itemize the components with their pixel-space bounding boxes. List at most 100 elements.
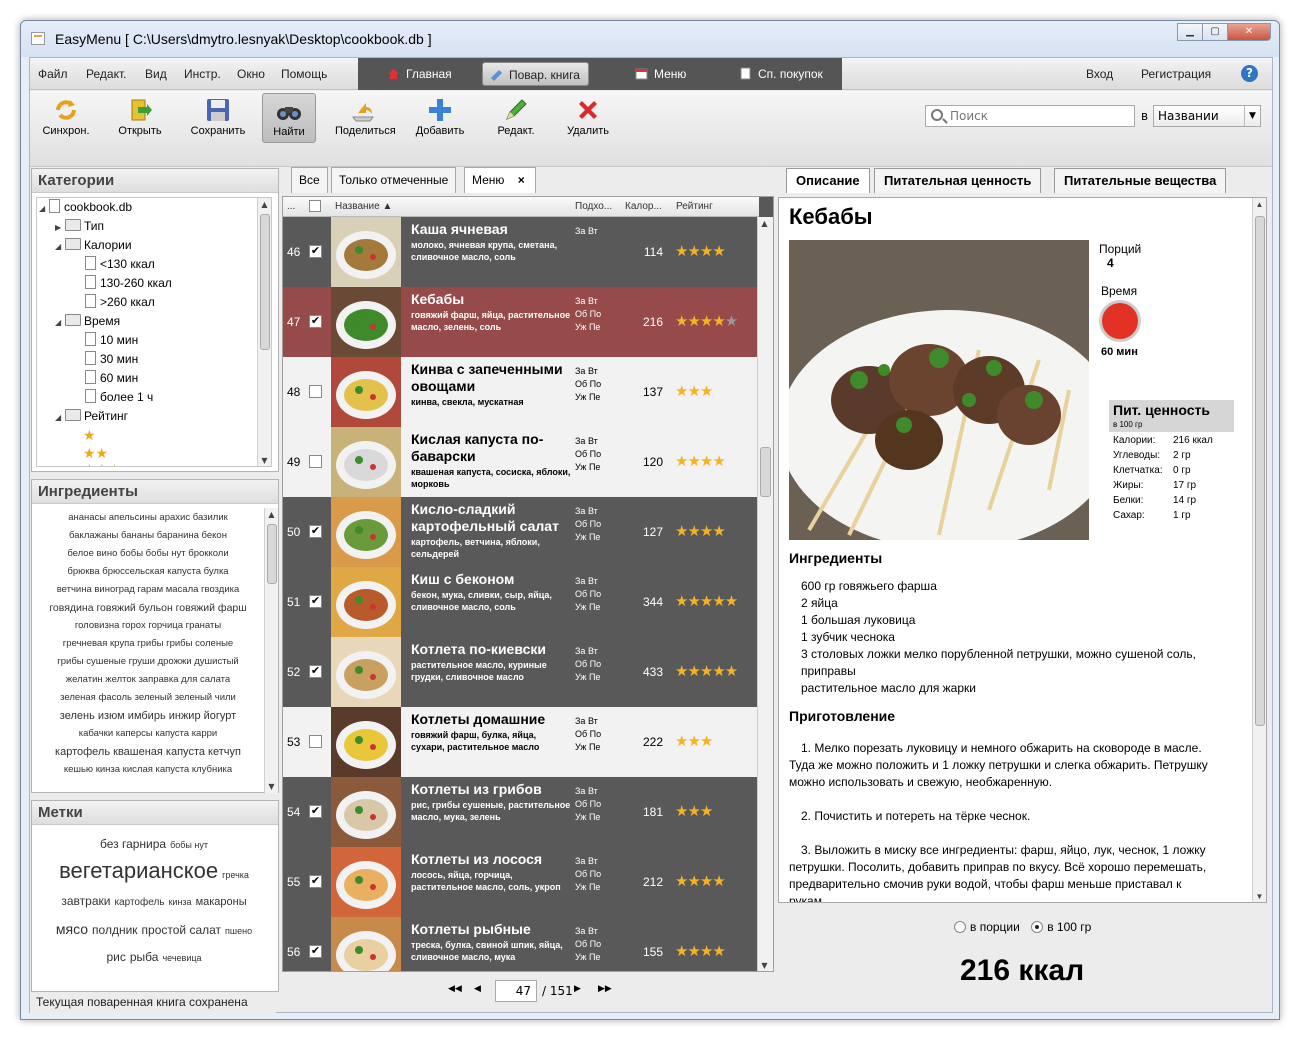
table-row[interactable]: 54 ✔ Котлеты из грибов рис, грибы сушеные, …: [283, 777, 759, 847]
scroll-up-icon[interactable]: ▲: [258, 198, 271, 212]
minimize-button[interactable]: ▁: [1177, 23, 1203, 41]
rating-stars[interactable]: ★★★: [675, 732, 713, 750]
tag[interactable]: без гарнира: [100, 837, 166, 851]
tab-marked[interactable]: Только отмеченные: [331, 167, 457, 193]
row-checkbox[interactable]: ✔: [309, 875, 322, 888]
edit-button[interactable]: Редакт.: [488, 93, 544, 143]
last-page-icon[interactable]: ▶▶: [598, 984, 612, 994]
ingredient-line[interactable]: ананасы апельсины арахис базилик: [34, 509, 262, 527]
ingredient-line[interactable]: брюква брюссельская капуста булка: [34, 563, 262, 581]
table-row[interactable]: 50 ✔ Кисло-сладкий картофельный салат карто…: [283, 497, 759, 567]
table-row[interactable]: 55 ✔ Котлеты из лосося лосось, яйца, горчиц…: [283, 847, 759, 917]
ingredient-line[interactable]: желатин желток заправка для салата: [34, 671, 262, 689]
tab-nutrients[interactable]: Питательные вещества: [1054, 168, 1227, 193]
ingredient-line[interactable]: зелень изюм имбирь инжир йогурт: [34, 707, 262, 725]
delete-button[interactable]: Удалить: [560, 93, 616, 143]
row-checkbox[interactable]: ✔: [309, 805, 322, 818]
tree-rating-1[interactable]: ★: [83, 426, 96, 445]
tree-cal-1[interactable]: <130 ккал: [85, 255, 155, 274]
table-row[interactable]: 53 Котлеты домашние говяжий фарш, булка, я…: [283, 707, 759, 777]
ingredient-line[interactable]: грибы сушеные груши дрожжи душистый: [34, 653, 262, 671]
rating-stars[interactable]: ★★★★: [675, 872, 726, 890]
tab-nutrition-value[interactable]: Питательная ценность: [874, 168, 1042, 193]
scroll-thumb[interactable]: [260, 214, 270, 350]
tag[interactable]: рыба: [130, 950, 159, 964]
rating-stars[interactable]: ★★★★★: [675, 662, 738, 680]
ingredient-line[interactable]: зеленая фасоль зеленый зеленый чили: [34, 689, 262, 707]
tag[interactable]: бобы нут: [170, 840, 208, 850]
tab-menu[interactable]: Меню ×: [464, 167, 536, 193]
per-portion-option[interactable]: в порции: [954, 920, 1020, 934]
ingredient-line[interactable]: говядина говяжий бульон говяжий фарш: [34, 599, 262, 617]
rating-stars[interactable]: ★★★★: [675, 522, 726, 540]
ingredient-line[interactable]: баклажаны бананы баранина бекон: [34, 527, 262, 545]
rating-stars[interactable]: ★★★★★: [675, 592, 738, 610]
scroll-thumb[interactable]: [1255, 216, 1265, 726]
prev-page-icon[interactable]: ◀: [474, 984, 481, 994]
rating-stars[interactable]: ★★★★: [675, 452, 726, 470]
tag[interactable]: кинза: [168, 897, 191, 907]
tree-scrollbar[interactable]: ▲ ▼: [257, 198, 271, 466]
search-input[interactable]: Поиск: [925, 105, 1135, 127]
tree-rating[interactable]: ◢ Рейтинг: [55, 407, 128, 426]
nav-home[interactable]: Главная: [380, 62, 460, 86]
add-button[interactable]: Добавить: [412, 93, 468, 143]
scroll-up-icon[interactable]: ▲: [1253, 198, 1266, 212]
close-button[interactable]: ✕: [1227, 23, 1271, 41]
tag[interactable]: полдник: [92, 923, 138, 937]
grid-scrollbar[interactable]: ▲ ▼: [757, 217, 773, 971]
menu-window[interactable]: Окно: [237, 67, 265, 81]
tab-description[interactable]: Описание: [786, 168, 870, 193]
ingredient-line[interactable]: гречневая крупа грибы грибы соленые: [34, 635, 262, 653]
tag[interactable]: мясо: [56, 921, 88, 937]
tag[interactable]: рис: [106, 950, 125, 964]
ingredient-line[interactable]: кешью кинза кислая капуста клубника: [34, 761, 262, 779]
col-cal[interactable]: Калор...: [625, 201, 662, 212]
tree-time-2[interactable]: 30 мин: [85, 350, 138, 369]
ingredient-line[interactable]: головизна горох горчица гранаты: [34, 617, 262, 635]
tree-rating-3[interactable]: ★★★: [83, 460, 121, 466]
tag[interactable]: простой салат: [142, 923, 222, 937]
row-checkbox[interactable]: ✔: [309, 315, 322, 328]
tree-time-1[interactable]: 10 мин: [85, 331, 138, 350]
row-checkbox[interactable]: [309, 385, 322, 398]
table-row[interactable]: 46 ✔ Каша ячневая молоко, ячневая крупа, см…: [283, 217, 759, 287]
row-checkbox[interactable]: [309, 735, 322, 748]
tab-all[interactable]: Все: [291, 167, 328, 193]
tag[interactable]: вегетарианское: [59, 858, 218, 883]
ingredient-line[interactable]: кабачки каперсы капуста карри: [34, 725, 262, 743]
tree-type[interactable]: ▶ Тип: [55, 217, 104, 236]
table-row[interactable]: 49 Кислая капуста по-баварски квашеная кап…: [283, 427, 759, 497]
search-field-select[interactable]: Названии ▼: [1153, 105, 1261, 127]
table-row[interactable]: 52 ✔ Котлета по-киевски растительное масло,…: [283, 637, 759, 707]
nav-shopping[interactable]: Сп. покупок: [732, 62, 831, 86]
tag[interactable]: макароны: [196, 896, 247, 908]
rating-stars[interactable]: ★★★: [675, 382, 713, 400]
save-button[interactable]: Сохранить: [190, 93, 246, 143]
help-icon[interactable]: ?: [1241, 65, 1258, 82]
tag[interactable]: пшено: [225, 926, 252, 936]
col-more[interactable]: ...: [287, 201, 295, 212]
row-checkbox[interactable]: ✔: [309, 525, 322, 538]
share-button[interactable]: Поделиться: [335, 93, 396, 143]
row-checkbox[interactable]: ✔: [309, 945, 322, 958]
table-row[interactable]: 47 ✔ Кебабы говяжий фарш, яйца, растительно…: [283, 287, 759, 357]
col-rating[interactable]: Рейтинг: [676, 201, 713, 212]
next-page-icon[interactable]: ▶: [574, 984, 581, 994]
row-checkbox[interactable]: [309, 455, 322, 468]
tree-time-3[interactable]: 60 мин: [85, 369, 138, 388]
tag[interactable]: чечевица: [162, 953, 201, 963]
tag[interactable]: гречка: [222, 870, 249, 880]
menu-file[interactable]: Файл: [38, 67, 68, 81]
ingredient-line[interactable]: картофель квашеная капуста кетчуп: [34, 743, 262, 761]
tree-calories[interactable]: ◢ Калории: [55, 236, 132, 255]
rating-stars[interactable]: ★★★★: [675, 242, 726, 260]
nav-cookbook[interactable]: Повар. книга: [482, 62, 589, 86]
ingredient-line[interactable]: ветчина виноград гарам масала гвоздика: [34, 581, 262, 599]
tag[interactable]: картофель: [114, 897, 164, 908]
sync-button[interactable]: Синхрон.: [38, 93, 94, 143]
login-link[interactable]: Вход: [1086, 67, 1113, 81]
tree-cal-2[interactable]: 130-260 ккал: [85, 274, 172, 293]
scroll-up-icon[interactable]: ▲: [265, 508, 278, 522]
tag[interactable]: завтраки: [61, 894, 110, 908]
